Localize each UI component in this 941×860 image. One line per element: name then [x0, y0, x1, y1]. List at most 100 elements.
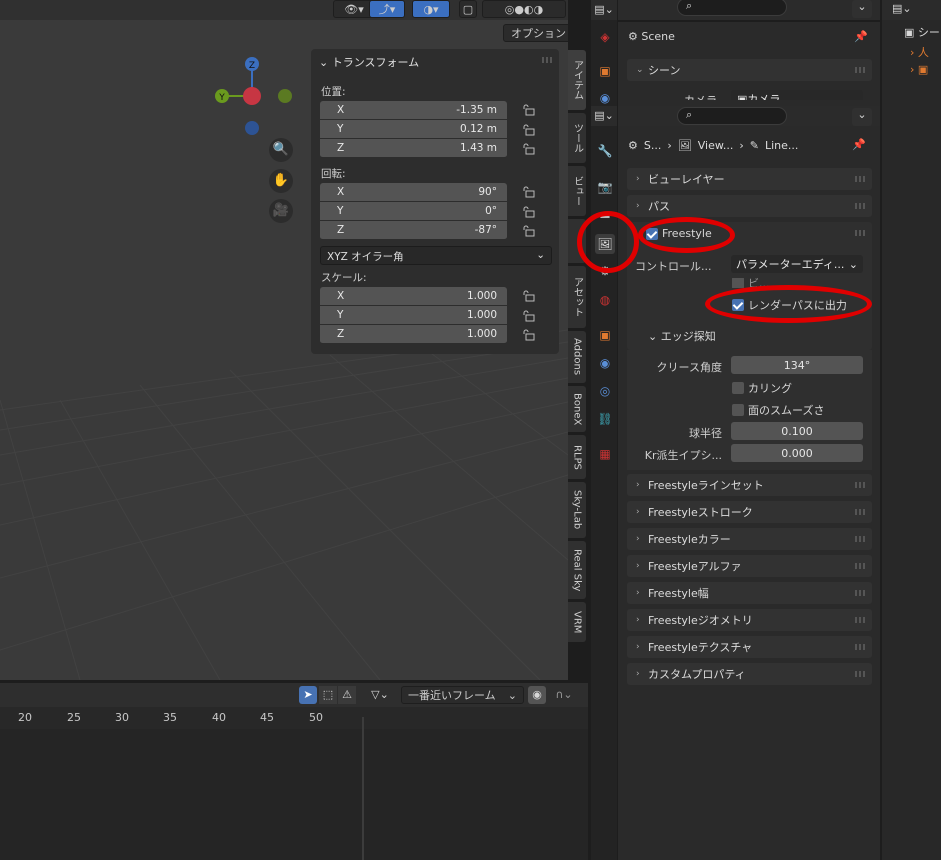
- smoothness-checkbox[interactable]: 面のスムーズさ: [732, 402, 824, 418]
- texture-icon[interactable]: ▦: [595, 444, 615, 464]
- pan-hand-icon[interactable]: ✋: [269, 169, 293, 193]
- frame-number: 35: [163, 711, 177, 724]
- sphere-radius-field[interactable]: 0.100: [731, 422, 863, 440]
- rotation-z-field[interactable]: Z -87°: [320, 221, 507, 240]
- panel-freestyle-color[interactable]: › Freestyleカラー: [627, 528, 872, 550]
- chevron-down-icon[interactable]: ⌄: [852, 0, 872, 18]
- panel-freestyle-lineset[interactable]: › Freestyleラインセット: [627, 474, 872, 496]
- chevron-down-icon[interactable]: ⌄: [852, 108, 872, 126]
- panel-view-layer[interactable]: › ビューレイヤー: [627, 168, 872, 190]
- modifier-icon[interactable]: ◉: [595, 88, 615, 108]
- control-mode-select[interactable]: パラメーターエディ... ⌄: [731, 255, 863, 273]
- highlight-circle-freestyle: [638, 217, 735, 253]
- tab-item[interactable]: アイテム: [568, 50, 586, 110]
- object-icon[interactable]: ▣: [595, 61, 615, 81]
- crease-angle-label: クリース角度: [656, 361, 722, 374]
- tab-addons[interactable]: Addons: [568, 331, 586, 383]
- falloff-icon[interactable]: ∩⌄: [549, 686, 579, 704]
- lock-icon[interactable]: [522, 143, 536, 155]
- lock-icon[interactable]: [522, 310, 536, 322]
- options-button[interactable]: オプション ▾: [503, 24, 568, 42]
- tab-tool[interactable]: ツール: [568, 113, 586, 163]
- pin-icon[interactable]: 📌: [852, 138, 866, 151]
- armature-icon[interactable]: › 人: [910, 44, 929, 60]
- warning-icon[interactable]: ⚠: [338, 686, 356, 704]
- transform-header[interactable]: ⌄ トランスフォーム: [319, 54, 419, 70]
- select-box-icon[interactable]: ⬚: [319, 686, 337, 704]
- tab-vrm[interactable]: VRM: [568, 602, 586, 642]
- scale-z-field[interactable]: Z 1.000: [320, 325, 507, 344]
- panel-freestyle-texture[interactable]: › Freestyleテクスチャ: [627, 636, 872, 658]
- constraints-icon[interactable]: ⛓: [595, 409, 615, 429]
- highlight-circle-view-layer: [577, 211, 639, 273]
- scene-icon[interactable]: ◈: [595, 27, 615, 47]
- lock-icon[interactable]: [522, 225, 536, 237]
- panel-freestyle-geometry[interactable]: › Freestyleジオメトリ: [627, 609, 872, 631]
- tab-asset[interactable]: アセット: [568, 266, 586, 328]
- scene-section-header[interactable]: ⌄ シーン: [627, 59, 872, 81]
- lock-icon[interactable]: [522, 104, 536, 116]
- world-icon[interactable]: ◍: [595, 290, 615, 310]
- proportional-edit-icon[interactable]: ◉: [528, 686, 546, 704]
- lock-icon[interactable]: [522, 124, 536, 136]
- rotation-mode-select[interactable]: XYZ オイラー角 ⌄: [320, 246, 552, 265]
- tab-sky-lab[interactable]: Sky-Lab: [568, 482, 586, 538]
- zoom-icon[interactable]: 🔍: [269, 138, 293, 162]
- rotation-x-field[interactable]: X 90°: [320, 183, 507, 202]
- scale-y-field[interactable]: Y 1.000: [320, 306, 507, 325]
- tab-rlps[interactable]: RLPS: [568, 435, 586, 479]
- navigation-gizmo[interactable]: Z Y: [212, 54, 296, 138]
- shading-mode-icon[interactable]: ◎●◐◑: [482, 0, 566, 18]
- outliner-scene-item[interactable]: ▣ シー: [904, 24, 940, 40]
- location-y-field[interactable]: Y 0.12 m: [320, 120, 507, 139]
- modifiers-icon[interactable]: ◉: [595, 353, 615, 373]
- drag-handle-icon[interactable]: [542, 57, 552, 63]
- timeline-body[interactable]: [0, 729, 588, 860]
- crease-angle-field[interactable]: 134°: [731, 356, 863, 374]
- gizmo-z-label: Z: [249, 61, 255, 71]
- kr-epsilon-field[interactable]: 0.000: [731, 444, 863, 462]
- timeline[interactable]: ➤ ⬚ ⚠ ▽⌄ 一番近いフレーム ⌄ ◉ ∩⌄ 20 25 30 35 40 4…: [0, 683, 588, 860]
- search-input[interactable]: ⌕: [677, 107, 787, 125]
- panel-freestyle-stroke[interactable]: › Freestyleストローク: [627, 501, 872, 523]
- culling-checkbox[interactable]: カリング: [732, 380, 792, 396]
- panel-freestyle-alpha[interactable]: › Freestyleアルファ: [627, 555, 872, 577]
- pin-icon[interactable]: 📌: [854, 30, 868, 43]
- location-z-field[interactable]: Z 1.43 m: [320, 139, 507, 158]
- outliner-type-icon[interactable]: ▤⌄: [892, 2, 912, 15]
- tool-icon[interactable]: 🔧: [595, 141, 615, 161]
- tab-view[interactable]: ビュー: [568, 166, 586, 216]
- object-props-icon[interactable]: ▣: [595, 325, 615, 345]
- 3d-viewport[interactable]: 👁▾ ⤴▾ ◑▾ ▢ ◎●◐◑ オプション ▾ Z Y 🔍 ✋ 🎥 ⌄ トランス…: [0, 0, 568, 680]
- lock-icon[interactable]: [522, 329, 536, 341]
- overlay-toggle-icon[interactable]: ◑▾: [412, 0, 450, 18]
- gizmo-toggle-icon[interactable]: ⤴▾: [369, 0, 405, 18]
- panel-custom-properties[interactable]: › カスタムプロパティ: [627, 663, 872, 685]
- end-frame-line: [362, 717, 364, 860]
- lock-icon[interactable]: [522, 186, 536, 198]
- select-arrow-icon[interactable]: ➤: [299, 686, 317, 704]
- edge-detect-header[interactable]: ⌄ エッジ探知: [648, 328, 716, 344]
- camera-view-icon[interactable]: 🎥: [269, 199, 293, 223]
- scale-x-field[interactable]: X 1.000: [320, 287, 507, 306]
- lock-icon[interactable]: [522, 290, 536, 302]
- panel-freestyle-thickness[interactable]: › Freestyle幅: [627, 582, 872, 604]
- panel-passes[interactable]: › パス: [627, 195, 872, 217]
- lock-icon[interactable]: [522, 206, 536, 218]
- snap-select[interactable]: 一番近いフレーム ⌄: [401, 686, 524, 704]
- xray-icon[interactable]: ▢: [459, 0, 477, 18]
- tab-real-sky[interactable]: Real Sky: [568, 541, 586, 599]
- search-input[interactable]: ⌕: [677, 0, 787, 16]
- editor-type-icon[interactable]: ▤⌄: [591, 0, 617, 20]
- physics-icon[interactable]: ◎: [595, 381, 615, 401]
- editor-type-icon[interactable]: ▤⌄: [591, 106, 617, 126]
- frame-number: 40: [212, 711, 226, 724]
- tab-bonex[interactable]: BoneX: [568, 386, 586, 432]
- lineset-icon: ✎: [749, 139, 759, 152]
- render-icon[interactable]: 📷: [595, 177, 615, 197]
- camera-object-icon[interactable]: › ▣: [910, 63, 928, 76]
- rotation-y-field[interactable]: Y 0°: [320, 202, 507, 221]
- location-x-field[interactable]: X -1.35 m: [320, 101, 507, 120]
- outliner[interactable]: ▤⌄ ▣ シー › 人 › ▣: [882, 0, 941, 860]
- filter-icon[interactable]: ▽⌄: [364, 686, 396, 704]
